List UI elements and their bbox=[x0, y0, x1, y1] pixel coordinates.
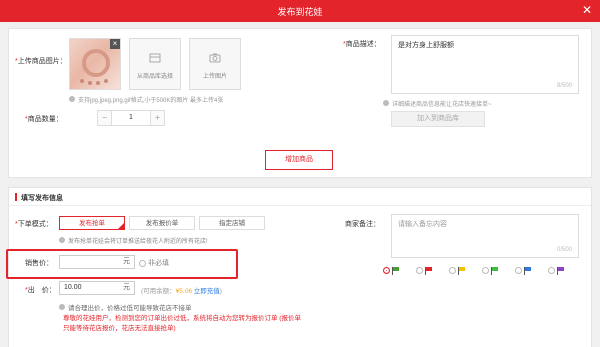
low-price-warning-2: 只能等待花店报价，花店无法直接抢单) bbox=[63, 325, 176, 332]
balance-value: ¥5.06 bbox=[175, 288, 192, 295]
upload-image-label: *上传商品图片： bbox=[15, 58, 67, 65]
offer-tip: 请合理出价，价格过低可能导致花店不接单 bbox=[59, 302, 192, 312]
section-title: 填写发布信息 bbox=[21, 195, 63, 202]
flag-icon bbox=[491, 267, 499, 275]
mode-hint: 发布抢单花娃会将订单推送给夜花人附近的所有花店! bbox=[59, 236, 208, 245]
add-to-library-button[interactable]: 加入到商品库 bbox=[391, 111, 485, 127]
description-textarea[interactable]: 是对方身上舒服额 8/500 bbox=[391, 35, 579, 94]
sale-price-label: 销售价： bbox=[25, 260, 53, 267]
publish-info-panel: 填写发布信息 *下单模式： 发布抢单 发布报价单 指定店铺 发布抢单花娃会将订单… bbox=[6, 187, 592, 347]
upload-image-button[interactable]: 上传图片 bbox=[189, 38, 241, 90]
optional-radio[interactable] bbox=[139, 259, 146, 267]
balance-info: (可用余额：¥5.06 立即充值) bbox=[141, 288, 222, 295]
info-icon bbox=[383, 100, 389, 107]
decrease-quantity-button[interactable]: − bbox=[98, 111, 112, 125]
product-panel: *上传商品图片： × 从商品库选择 上传图片 支持jpg,jpeg,png,gi… bbox=[8, 28, 592, 178]
info-icon bbox=[69, 96, 75, 103]
order-mode-label: *下单模式： bbox=[15, 221, 53, 228]
info-icon bbox=[59, 237, 65, 244]
select-from-library-button[interactable]: 从商品库选择 bbox=[129, 38, 181, 90]
flag-radio-selected bbox=[383, 267, 390, 274]
quantity-value[interactable]: 1 bbox=[112, 114, 150, 121]
remove-image-icon[interactable]: × bbox=[110, 39, 120, 49]
flag-icon bbox=[392, 267, 400, 275]
flag-icon bbox=[557, 267, 565, 275]
flag-icon bbox=[524, 267, 532, 275]
flag-selector bbox=[383, 266, 573, 276]
mode-quote-order[interactable]: 发布报价单 bbox=[129, 216, 195, 230]
dialog-title: 发布到花娃 bbox=[277, 7, 323, 17]
flag-icon bbox=[458, 267, 466, 275]
remark-textarea[interactable]: 请输入备忘内容 0/500 bbox=[391, 214, 579, 258]
description-label: *商品描述： bbox=[343, 41, 381, 48]
image-format-hint: 支持jpg,jpeg,png,gif格式,小于500K的图片 最多上传4张 bbox=[69, 95, 223, 104]
description-hint: 详细描述商品信息能让花店快速接单~ bbox=[383, 99, 492, 108]
camera-icon bbox=[190, 51, 240, 65]
flag-option-green[interactable] bbox=[482, 266, 502, 276]
low-price-warning-1: 尊敬的花娃用户，检测到您的订单出价过低，系统将自动为您转为报价订单 (报价单 bbox=[63, 315, 301, 322]
offer-unit: 元 bbox=[123, 284, 130, 291]
mode-grab-order[interactable]: 发布抢单 bbox=[59, 216, 125, 230]
flag-option-purple[interactable] bbox=[548, 266, 568, 276]
flag-option-yellow[interactable] bbox=[449, 266, 469, 276]
info-icon bbox=[59, 304, 65, 311]
mode-designated-store[interactable]: 指定店铺 bbox=[199, 216, 265, 230]
flag-option-green-dark[interactable] bbox=[383, 266, 403, 276]
product-image-thumbnail[interactable]: × bbox=[69, 38, 121, 90]
price-optional: 非必填 bbox=[139, 258, 169, 268]
sale-price-input[interactable]: 元 bbox=[59, 255, 135, 269]
section-header: 填写发布信息 bbox=[9, 188, 591, 206]
description-count: 8/500 bbox=[556, 83, 572, 89]
flag-icon bbox=[425, 267, 433, 275]
box-icon bbox=[130, 51, 180, 65]
offer-label: *出 价： bbox=[25, 287, 56, 294]
merchant-remark-label: 商家备注： bbox=[345, 221, 380, 228]
close-icon[interactable]: ✕ bbox=[582, 3, 592, 17]
increase-quantity-button[interactable]: + bbox=[150, 111, 164, 125]
quantity-label: *商品数量： bbox=[25, 116, 63, 123]
add-product-button[interactable]: 增加商品 bbox=[265, 150, 333, 170]
remark-count: 0/500 bbox=[556, 247, 572, 253]
description-value: 是对方身上舒服额 bbox=[398, 42, 454, 49]
dialog-header: 发布到花娃 ✕ bbox=[0, 0, 600, 22]
remark-placeholder: 请输入备忘内容 bbox=[398, 221, 447, 228]
flag-option-blue[interactable] bbox=[515, 266, 535, 276]
flag-option-red[interactable] bbox=[416, 266, 436, 276]
price-unit: 元 bbox=[123, 258, 130, 265]
recharge-link[interactable]: 立即充值 bbox=[194, 288, 220, 295]
offer-input[interactable]: 10.00 元 bbox=[59, 281, 135, 295]
offer-value: 10.00 bbox=[64, 284, 82, 291]
quantity-stepper[interactable]: − 1 + bbox=[97, 110, 165, 126]
